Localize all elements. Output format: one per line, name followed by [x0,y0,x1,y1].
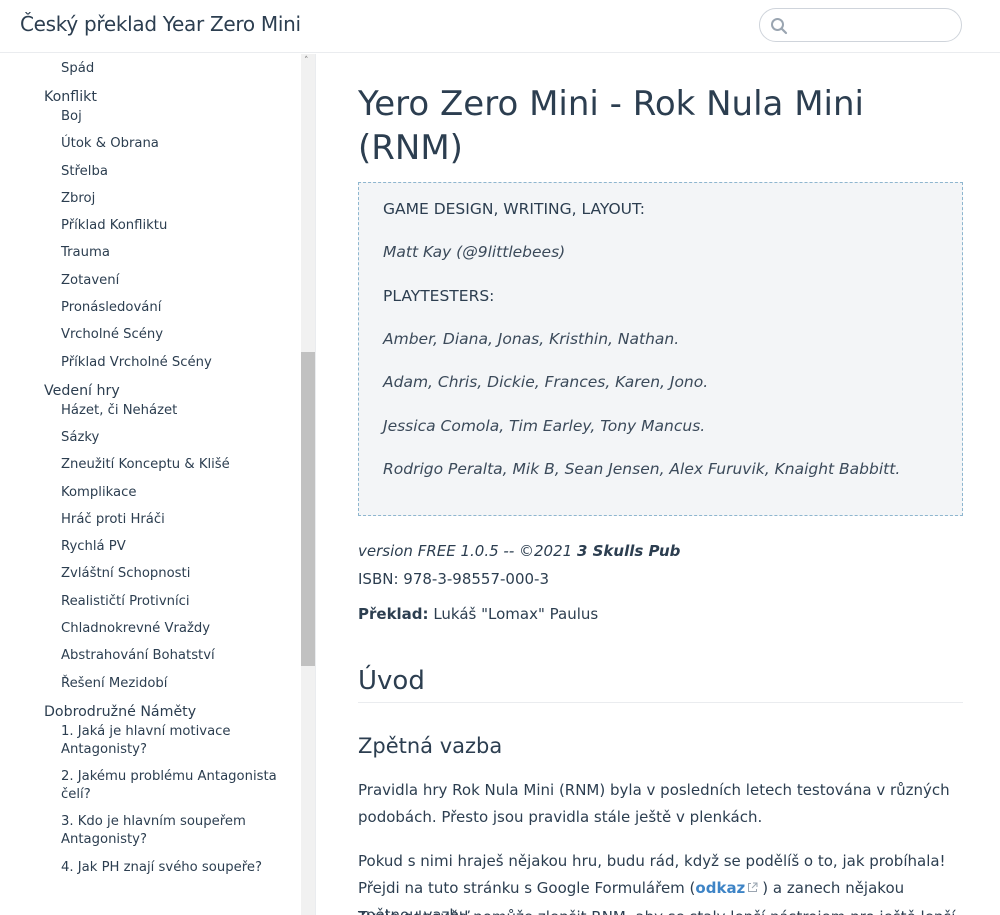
sidebar-item[interactable]: Spád [0,60,300,78]
sidebar-item[interactable]: Řešení Mezidobí [0,675,300,693]
sidebar-item[interactable]: Zotavení [0,272,300,290]
playtesters-line: Rodrigo Peralta, Mik B, Sean Jensen, Ale… [383,460,901,478]
sidebar: Spád Konflikt Boj Útok & Obrana Střelba Zbroj… [0,54,316,915]
external-link-icon [748,882,758,892]
feedback-form-link[interactable]: odkaz [695,879,745,897]
sidebar-group-link[interactable]: Konflikt [0,88,300,106]
publisher-name: 3 Skulls Pub [576,542,681,560]
page-title: Yero Zero Mini - Rok Nula Mini (RNM) [358,84,864,168]
paragraph: Tvoje odpověď pomůže zlepšit RNM, aby se… [358,904,958,915]
sidebar-item[interactable]: 1. Jaká je hlavní motivace Antagonisty? [0,723,300,759]
scroll-up-arrow-icon[interactable]: ˄ [304,56,309,66]
sidebar-item[interactable]: Trauma [0,244,300,262]
sidebar-item[interactable]: Příklad Vrcholné Scény [0,354,300,372]
playtesters-line: Jessica Comola, Tim Earley, Tony Mancus. [383,417,706,435]
sidebar-item[interactable]: Střelba [0,163,300,181]
sidebar-nav-list: Spád Konflikt Boj Útok & Obrana Střelba Zbroj… [0,60,300,886]
sidebar-item[interactable]: Komplikace [0,484,300,502]
sidebar-item[interactable]: Útok & Obrana [0,135,300,153]
version-text: version FREE 1.0.5 -- ©2021 [358,542,577,560]
credits-box: GAME DESIGN, WRITING, LAYOUT: Matt Kay (… [358,182,963,516]
translation-label: Překlad: [358,605,429,623]
translation-credit: Překlad: Lukáš "Lomax" Paulus [358,605,598,623]
playtesters-label: PLAYTESTERS: [383,287,495,305]
sidebar-item[interactable]: Abstrahování Bohatství [0,647,300,665]
version-info: version FREE 1.0.5 -- ©2021 3 Skulls Pub… [358,537,680,593]
section-heading-intro: Úvod [358,666,963,703]
sidebar-item[interactable]: 2. Jakému problému Antagonista čelí? [0,768,300,804]
subsection-heading-feedback: Zpětná vazba [358,734,503,758]
sidebar-item[interactable]: Chladnokrevné Vraždy [0,620,300,638]
paragraph: Pravidla hry Rok Nula Mini (RNM) byla v … [358,781,950,826]
design-label: GAME DESIGN, WRITING, LAYOUT: [383,200,646,218]
sidebar-item[interactable]: Sázky [0,429,300,447]
sidebar-item[interactable]: Házet, či Neházet [0,402,300,420]
playtesters-line: Amber, Diana, Jonas, Kristhin, Nathan. [383,330,680,348]
sidebar-item[interactable]: Realističtí Protivníci [0,593,300,611]
sidebar-item[interactable]: Rychlá PV [0,538,300,556]
designer-name: Matt Kay (@9littlebees) [383,243,566,261]
sidebar-item[interactable]: Vrcholné Scény [0,326,300,344]
sidebar-item[interactable]: 3. Kdo je hlavním soupeřem Antagonisty? [0,813,300,849]
sidebar-item[interactable]: Boj [0,108,300,126]
playtesters-line: Adam, Chris, Dickie, Frances, Karen, Jon… [383,373,709,391]
sidebar-group-link[interactable]: Vedení hry [0,382,300,400]
sidebar-group-link[interactable]: Dobrodružné Náměty [0,703,300,721]
site-title[interactable]: Český překlad Year Zero Mini [20,12,301,36]
sidebar-item[interactable]: Pronásledování [0,299,300,317]
sidebar-item[interactable]: Zbroj [0,190,300,208]
sidebar-item[interactable]: Příklad Konfliktu [0,217,300,235]
sidebar-scrollbar-thumb[interactable] [301,352,315,666]
isbn-text: ISBN: 978-3-98557-000-3 [358,570,549,588]
search-icon [771,18,788,35]
sidebar-item[interactable]: 4. Jak PH znají svého soupeře? [0,859,300,877]
sidebar-item[interactable]: Hráč proti Hráči [0,511,300,529]
translator-name: Lukáš "Lomax" Paulus [428,605,599,623]
sidebar-item[interactable]: Zvláštní Schopnosti [0,565,300,583]
top-navbar: Český překlad Year Zero Mini [0,0,1000,53]
sidebar-item[interactable]: Zneužití Konceptu & Klišé [0,456,300,474]
search-input[interactable] [759,8,962,42]
